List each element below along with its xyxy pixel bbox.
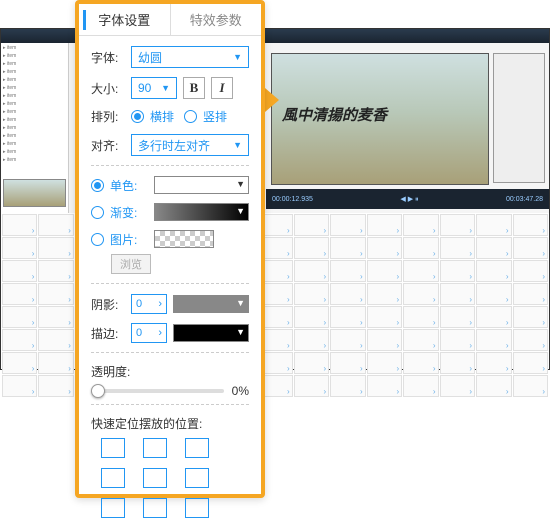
pos-bot-left[interactable] bbox=[101, 498, 125, 518]
bold-button[interactable]: B bbox=[183, 77, 205, 99]
label-image: 图片: bbox=[110, 231, 144, 248]
label-size: 大小: bbox=[91, 80, 125, 97]
caret-down-icon: ▼ bbox=[161, 83, 170, 93]
tab-font-settings[interactable]: 字体设置 bbox=[79, 4, 170, 35]
callout-pointer bbox=[265, 88, 279, 112]
stroke-spin[interactable]: 0› bbox=[131, 323, 167, 343]
radio-solid-color[interactable] bbox=[91, 179, 104, 192]
preview-viewport: 風中清揚的麦香 bbox=[271, 53, 489, 185]
label-font: 字体: bbox=[91, 49, 125, 66]
preview-text: 風中清揚的麦香 bbox=[282, 104, 387, 125]
label-shadow: 阴影: bbox=[91, 296, 125, 313]
font-settings-panel: 字体设置 特效参数 字体: 幼圆▼ 大小: 90▼ B I 排列: 横排 竖排 bbox=[75, 0, 265, 498]
pos-bot-right[interactable] bbox=[185, 498, 209, 518]
font-select[interactable]: 幼圆▼ bbox=[131, 46, 249, 68]
label-stroke: 描边: bbox=[91, 325, 125, 342]
time-current: 00:00:12.935 bbox=[272, 196, 313, 203]
radio-gradient[interactable] bbox=[91, 206, 104, 219]
bg-thumbnail bbox=[3, 179, 66, 207]
pos-top-right[interactable] bbox=[185, 438, 209, 458]
slider-thumb-icon[interactable] bbox=[91, 384, 105, 398]
gradient-swatch[interactable]: ▼ bbox=[154, 203, 249, 221]
label-horizontal: 横排 bbox=[150, 108, 174, 125]
label-gradient: 渐变: bbox=[110, 204, 144, 221]
shadow-color-swatch[interactable]: ▼ bbox=[173, 295, 249, 313]
pos-mid-left[interactable] bbox=[101, 468, 125, 488]
caret-down-icon: ▼ bbox=[233, 140, 242, 150]
label-justify: 对齐: bbox=[91, 137, 125, 154]
panel-tabs: 字体设置 特效参数 bbox=[79, 4, 261, 36]
position-grid bbox=[101, 438, 249, 518]
browse-button[interactable]: 浏览 bbox=[111, 254, 151, 274]
caret-down-icon: ▼ bbox=[233, 52, 242, 62]
opacity-value: 0% bbox=[232, 384, 249, 398]
bg-tool-palette bbox=[493, 53, 545, 183]
shadow-spin[interactable]: 0› bbox=[131, 294, 167, 314]
label-opacity: 透明度: bbox=[91, 363, 249, 380]
justify-select[interactable]: 多行时左对齐▼ bbox=[131, 134, 249, 156]
label-quickpos: 快速定位摆放的位置: bbox=[91, 415, 249, 432]
label-align: 排列: bbox=[91, 108, 125, 125]
label-vertical: 竖排 bbox=[203, 108, 227, 125]
playback-bar: 00:00:12.935 ◀ ▶ ⏸ 00:03:47.28 bbox=[266, 189, 549, 209]
radio-vertical[interactable] bbox=[184, 110, 197, 123]
image-fill-preview bbox=[154, 230, 214, 248]
pos-bot-center[interactable] bbox=[143, 498, 167, 518]
pos-mid-center[interactable] bbox=[143, 468, 167, 488]
size-select[interactable]: 90▼ bbox=[131, 77, 177, 99]
pos-top-center[interactable] bbox=[143, 438, 167, 458]
radio-horizontal[interactable] bbox=[131, 110, 144, 123]
tab-effect-params[interactable]: 特效参数 bbox=[171, 4, 262, 35]
solid-color-swatch[interactable]: ▼ bbox=[154, 176, 249, 194]
label-solid: 单色: bbox=[110, 177, 144, 194]
stroke-color-swatch[interactable]: ▼ bbox=[173, 324, 249, 342]
opacity-slider[interactable] bbox=[91, 389, 224, 393]
radio-image-fill[interactable] bbox=[91, 233, 104, 246]
pos-top-left[interactable] bbox=[101, 438, 125, 458]
pos-mid-right[interactable] bbox=[185, 468, 209, 488]
time-duration: 00:03:47.28 bbox=[506, 196, 543, 203]
italic-button[interactable]: I bbox=[211, 77, 233, 99]
